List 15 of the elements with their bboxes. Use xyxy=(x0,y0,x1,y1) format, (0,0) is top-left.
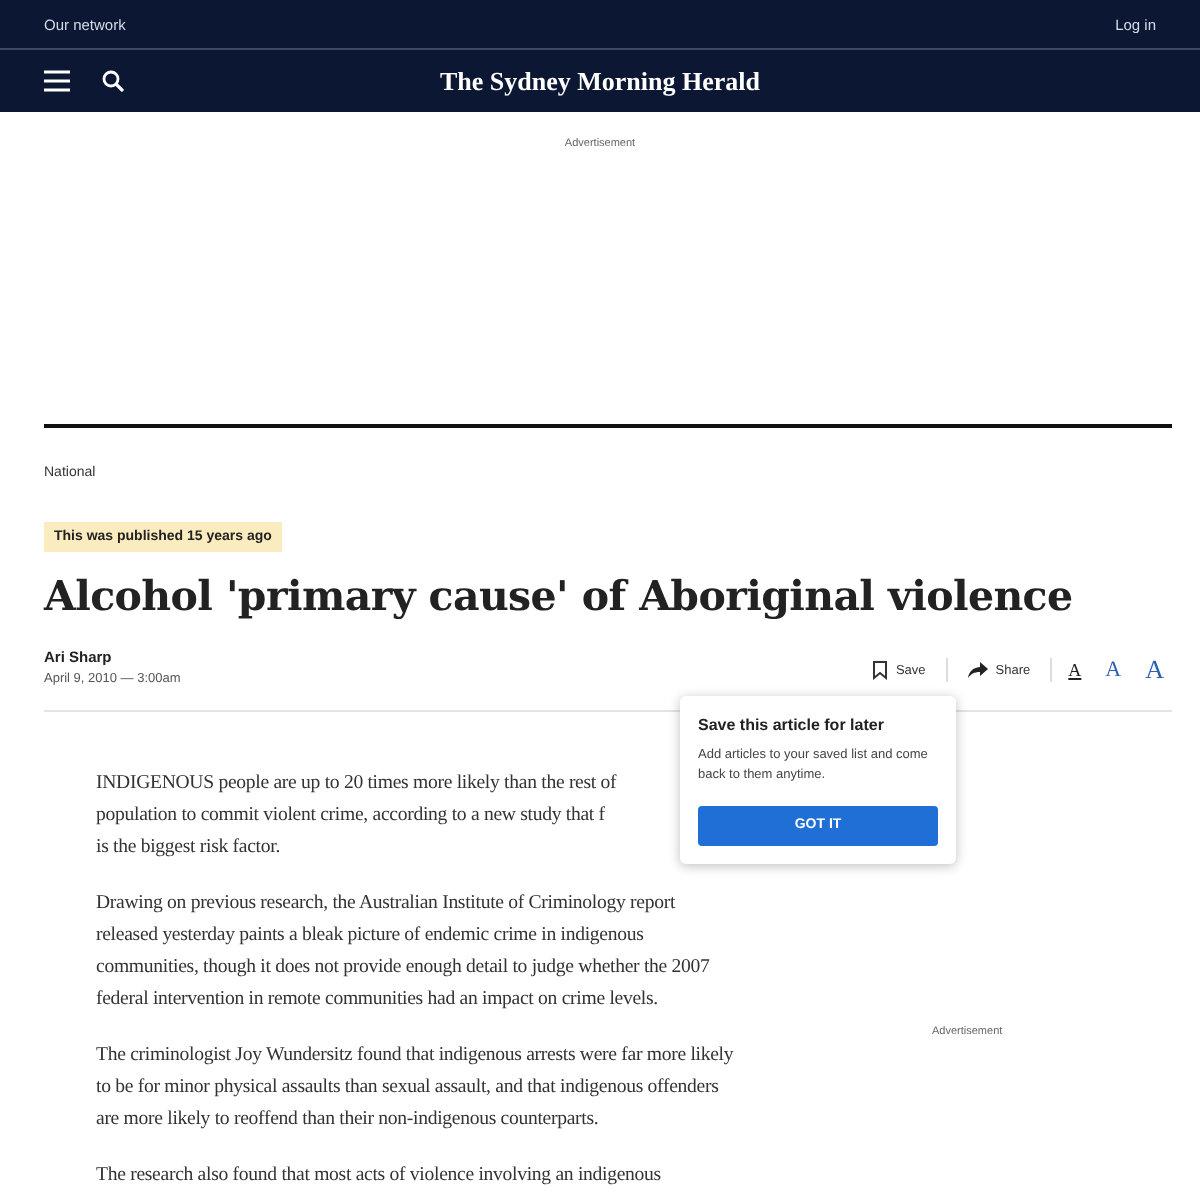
text-size-button[interactable]: A xyxy=(1137,654,1172,686)
popup-title: Save this article for later xyxy=(698,716,886,734)
text-size-button[interactable]: A xyxy=(1060,660,1090,680)
menu-icon[interactable] xyxy=(44,70,70,92)
headline: Alcohol 'primary cause' of Aboriginal violence xyxy=(44,572,1075,620)
text-size-button[interactable]: A xyxy=(1097,658,1130,682)
paragraph-line: population to commit violent crime, according to a new study that f xyxy=(96,802,605,830)
search-icon[interactable] xyxy=(102,70,124,92)
article-paragraph: The criminologist Joy Wundersitz found that indigenous arrests were far more likely to be for minor physical assaults than sexual assault, and that indigenous offenders are more likely to reoffend than their non-indigenous counterparts. xyxy=(96,1042,736,1134)
paragraph-line: INDIGENOUS people are up to 20 times more likely than the rest of xyxy=(96,770,617,798)
paragraph-line: is the biggest risk factor. xyxy=(96,834,280,862)
bookmark-icon xyxy=(871,660,888,680)
share-arrow-icon xyxy=(967,662,988,678)
article-paragraph: Drawing on previous research, the Australian Institute of Criminology report released yesterday paints a bleak picture of endemic crime in indigenous communities, though it does not provide enough detail to judge whether the 2007 federal intervention in remote communities had an impact on crime levels. xyxy=(96,890,712,1014)
article-paragraph: The research also found that most acts of violence involving an indigenous xyxy=(96,1162,663,1190)
